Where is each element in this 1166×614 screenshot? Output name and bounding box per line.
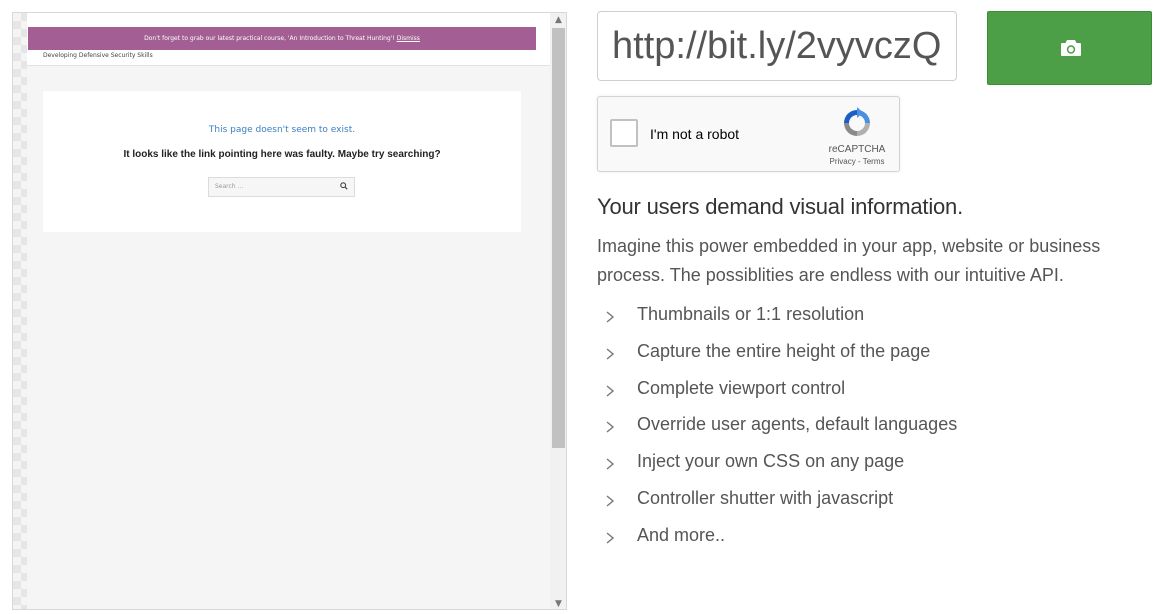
feature-text: Override user agents, default languages (637, 414, 958, 435)
feature-text: Thumbnails or 1:1 resolution (637, 304, 865, 324)
recaptcha-links[interactable]: Privacy - Terms (822, 157, 892, 166)
not-found-heading: This page doesn't seem to exist. (208, 125, 356, 135)
feature-text: Complete viewport control (637, 377, 846, 398)
search-icon (340, 182, 348, 190)
chevron-right-icon (606, 532, 615, 544)
recaptcha-logo-icon (844, 107, 870, 136)
chevron-right-icon (606, 421, 615, 433)
preview-page: Don't forget to grab our latest practica… (27, 13, 551, 609)
preview-search-input[interactable]: Search ... (208, 177, 355, 197)
dismiss-link[interactable]: Dismiss (397, 35, 420, 42)
not-found-subheading: It looks like the link pointing here was… (123, 149, 441, 160)
scroll-up-arrow-icon[interactable]: ▲ (550, 13, 566, 27)
chevron-right-icon (606, 495, 615, 507)
feature-text: And more.. (637, 524, 726, 545)
recaptcha-checkbox[interactable] (610, 119, 638, 147)
not-found-card: This page doesn't seem to exist. It look… (43, 91, 521, 232)
chevron-right-icon (606, 458, 615, 470)
search-placeholder: Search ... (215, 183, 244, 190)
notice-bar: Don't forget to grab our latest practica… (28, 27, 536, 50)
preview-scrollbar[interactable]: ▲ ▼ (550, 13, 566, 609)
chevron-right-icon (606, 348, 615, 360)
headline: Your users demand visual information. (597, 194, 963, 219)
url-input[interactable] (597, 11, 957, 81)
camera-icon (1061, 40, 1081, 56)
intro-text: Imagine this power embedded in your app,… (597, 236, 1101, 285)
recaptcha-widget: I'm not a robot reCAPTCHA Privacy - Term… (597, 96, 900, 172)
screenshot-preview: Don't forget to grab our latest practica… (12, 12, 567, 610)
scroll-thumb[interactable] (552, 28, 565, 448)
recaptcha-brand: reCAPTCHA (828, 144, 886, 155)
recaptcha-label: I'm not a robot (650, 126, 740, 142)
chevron-right-icon (606, 385, 615, 397)
feature-text: Inject your own CSS on any page (637, 451, 905, 472)
feature-text: Controller shutter with javascript (637, 487, 894, 508)
feature-text: Capture the entire height of the page (637, 340, 931, 361)
site-title: Developing Defensive Security Skills (43, 52, 153, 59)
scroll-down-arrow-icon[interactable]: ▼ (550, 597, 566, 609)
capture-button[interactable] (987, 11, 1152, 85)
preview-header: Don't forget to grab our latest practica… (27, 13, 551, 66)
notice-text: Don't forget to grab our latest practica… (144, 35, 395, 42)
chevron-right-icon (606, 311, 615, 323)
